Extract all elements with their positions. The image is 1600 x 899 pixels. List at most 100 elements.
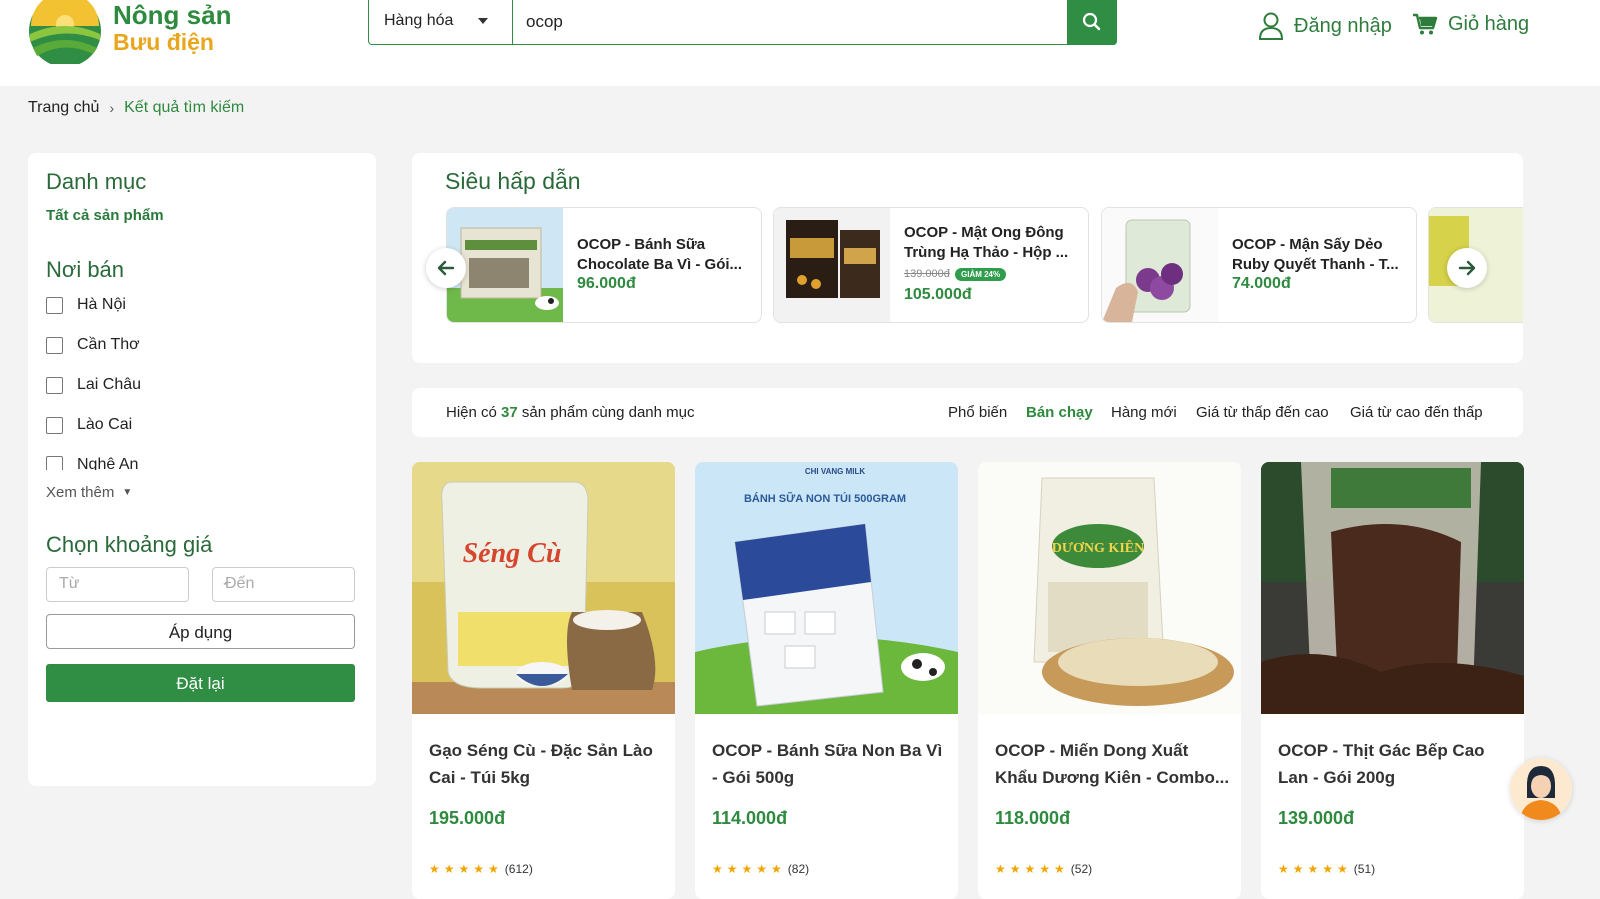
reset-button[interactable]: Đặt lại (46, 664, 355, 702)
product-name: OCOP - Bánh Sữa Non Ba Vì - Gói 500g (712, 741, 943, 787)
product-image-brand: CHI VANG MILK (805, 467, 866, 476)
brand-name-line2: Bưu điện (113, 29, 214, 55)
review-count: (82) (787, 862, 810, 876)
star-rating-icon: ★★★★★ (995, 862, 1069, 876)
sort-newest[interactable]: Hàng mới (1111, 404, 1177, 421)
brand-name-line1: Nông sản (113, 0, 232, 30)
search-input[interactable] (526, 8, 1026, 36)
carousel-next-button[interactable] (1447, 248, 1487, 288)
user-icon (1258, 12, 1284, 40)
breadcrumb-current: Kết quả tìm kiếm (124, 99, 245, 116)
featured-product-name: OCOP - Mật Ong Đông Trùng Hạ Thảo - Hộp … (904, 224, 1069, 261)
product-image (1102, 208, 1218, 322)
results-count: Hiện có 37 sản phẩm cùng danh mục (446, 404, 695, 421)
featured-product-price: 74.000đ (1232, 275, 1291, 292)
results-count-suffix: sản phẩm cùng danh mục (521, 404, 695, 421)
brand-logo-icon[interactable] (27, 0, 103, 64)
chevron-right-icon: › (109, 100, 115, 116)
product-image: CHI VANG MILK BÁNH SỮA NON TÚI 500GRAM (695, 462, 958, 714)
chevron-down-icon: ▼ (122, 487, 133, 498)
see-more-label: Xem thêm (46, 484, 115, 501)
search-button[interactable] (1067, 0, 1117, 45)
product-image: DƯƠNG KIÊN (978, 462, 1241, 714)
cart-link[interactable]: Giỏ hàng (1412, 12, 1529, 36)
results-toolbar: Hiện có 37 sản phẩm cùng danh mục Phổ bi… (412, 388, 1523, 437)
review-count: (51) (1353, 862, 1376, 876)
product-rating: ★★★★★ (82) (712, 862, 809, 876)
product-image: Séng Cù (412, 462, 675, 714)
price-from-input[interactable]: Từ (46, 567, 189, 602)
site-header: Nông sản Bưu điện Hàng hóa Đăng nhập (0, 0, 1600, 86)
price-to-input[interactable]: Đến (212, 567, 355, 602)
brand-name[interactable]: Nông sản Bưu điện (113, 2, 231, 56)
featured-product-card[interactable]: OCOP - Mật Ong Đông Trùng Hạ Thảo - Hộp … (773, 207, 1089, 323)
checkbox[interactable] (46, 456, 63, 470)
featured-product-name: OCOP - Bánh Sữa Chocolate Ba Vì - Gói... (577, 236, 743, 273)
featured-heading: Siêu hấp dẫn (445, 168, 581, 194)
breadcrumb: Trang chủ › Kết quả tìm kiếm (28, 99, 244, 117)
featured-product-price: 96.000đ (577, 275, 636, 292)
featured-carousel: Siêu hấp dẫn OCOP - Bánh Sữa Chocolate B… (412, 153, 1523, 363)
carousel-prev-button[interactable] (426, 248, 466, 288)
product-image-brand: Séng Cù (463, 538, 562, 569)
sort-price-asc[interactable]: Giá từ thấp đến cao (1196, 404, 1329, 421)
all-products-link[interactable]: Tất cả sản phẩm (46, 207, 164, 224)
review-count: (52) (1070, 862, 1093, 876)
product-image-caption: BÁNH SỮA NON TÚI 500GRAM (744, 492, 906, 505)
checkbox[interactable] (46, 296, 63, 314)
location-checkbox-can-tho[interactable]: Cần Thơ (46, 336, 140, 354)
arrow-right-icon (1458, 260, 1476, 276)
search-bar: Hàng hóa (368, 0, 1117, 45)
product-card[interactable]: Séng Cù Gạo Séng Cù - Đặc Sản Lào Cai - … (412, 462, 675, 899)
search-category-select[interactable]: Hàng hóa (369, 0, 513, 44)
price-range-heading: Chọn khoảng giá (46, 532, 213, 557)
location-checkbox-nghe-an[interactable]: Nghệ An (46, 456, 138, 470)
login-label: Đăng nhập (1294, 14, 1392, 37)
product-name: OCOP - Miến Dong Xuất Khẩu Dương Kiên - … (995, 741, 1230, 787)
product-image (1261, 462, 1524, 714)
see-more-toggle[interactable]: Xem thêm ▼ (46, 484, 132, 501)
location-label: Nghệ An (77, 456, 139, 470)
product-price: 114.000đ (712, 808, 788, 828)
product-image (774, 208, 890, 322)
discount-badge: GIẢM 24% (955, 268, 1007, 281)
location-checkbox-lao-cai[interactable]: Lào Cai (46, 416, 132, 434)
product-image-brand: DƯƠNG KIÊN (1052, 539, 1144, 556)
caret-down-icon (478, 18, 488, 24)
product-rating: ★★★★★ (612) (429, 862, 533, 876)
location-label: Hà Nội (77, 296, 126, 313)
location-checkbox-lai-chau[interactable]: Lai Châu (46, 376, 141, 394)
sort-best-selling[interactable]: Bán chạy (1026, 404, 1093, 421)
sort-popular[interactable]: Phổ biến (948, 404, 1007, 421)
seller-heading: Nơi bán (46, 257, 125, 282)
chat-assistant-icon (1510, 758, 1572, 820)
featured-product-card[interactable]: OCOP - Mận Sấy Dẻo Ruby Quyết Thanh - T.… (1101, 207, 1417, 323)
sort-price-desc[interactable]: Giá từ cao đến thấp (1350, 404, 1483, 421)
cart-icon (1413, 13, 1438, 35)
results-count-prefix: Hiện có (446, 404, 497, 421)
product-card[interactable]: CHI VANG MILK BÁNH SỮA NON TÚI 500GRAM O… (695, 462, 958, 899)
product-card[interactable]: DƯƠNG KIÊN OCOP - Miến Dong Xuất Khẩu Dư… (978, 462, 1241, 899)
category-heading: Danh mục (46, 169, 147, 194)
product-card[interactable]: OCOP - Thịt Gác Bếp Cao Lan - Gói 200g 1… (1261, 462, 1524, 899)
apply-button[interactable]: Áp dụng (46, 614, 355, 649)
featured-product-name: OCOP - Mận Sấy Dẻo Ruby Quyết Thanh - T.… (1232, 236, 1399, 273)
location-checkbox-ha-noi[interactable]: Hà Nội (46, 296, 126, 314)
product-name: OCOP - Thịt Gác Bếp Cao Lan - Gói 200g (1278, 741, 1485, 787)
checkbox[interactable] (46, 336, 63, 354)
login-link[interactable]: Đăng nhập (1258, 12, 1392, 40)
search-icon (1082, 12, 1101, 31)
checkbox[interactable] (46, 416, 63, 434)
search-category-label: Hàng hóa (384, 12, 454, 29)
checkbox[interactable] (46, 376, 63, 394)
product-price: 139.000đ (1278, 808, 1355, 828)
location-label: Cần Thơ (77, 336, 140, 353)
breadcrumb-home[interactable]: Trang chủ (28, 99, 99, 117)
product-rating: ★★★★★ (51) (1278, 862, 1375, 876)
product-price: 118.000đ (995, 808, 1071, 828)
featured-product-old-price: 139.000đ (904, 268, 950, 280)
star-rating-icon: ★★★★★ (1278, 862, 1352, 876)
location-label: Lai Châu (77, 376, 142, 393)
chat-assistant-button[interactable] (1510, 758, 1572, 820)
featured-product-card[interactable]: OCOP - Bánh Sữa Chocolate Ba Vì - Gói...… (446, 207, 762, 323)
